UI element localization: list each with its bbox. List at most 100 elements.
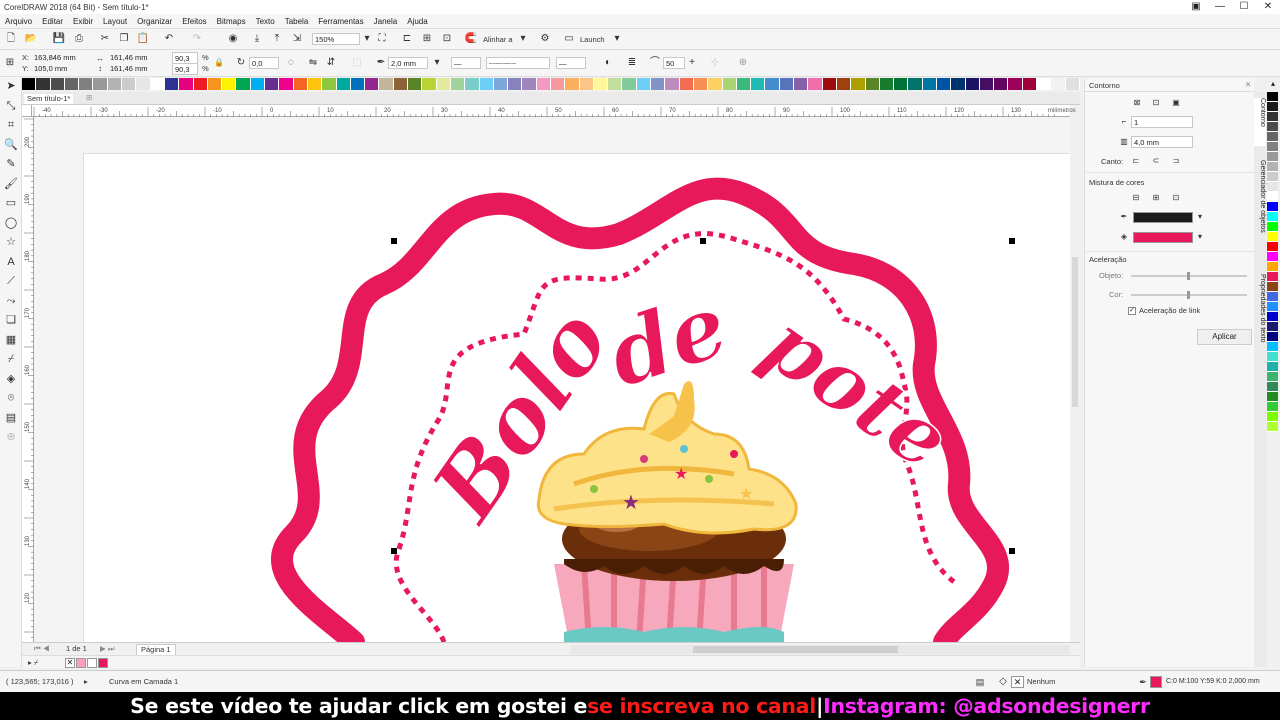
bolo-de-pote-artwork[interactable]: Bolo de pote ★ ★ ★ <box>84 154 1070 642</box>
rotate-icon[interactable]: ↻ <box>234 56 248 70</box>
palette-swatch[interactable] <box>1267 302 1278 312</box>
minimize-icon[interactable]: — <box>1208 0 1232 14</box>
lock-ratio-icon[interactable]: 🔒 <box>212 56 226 70</box>
menu-exibir[interactable]: Exibir <box>73 17 93 26</box>
palette-swatch[interactable] <box>1267 212 1278 222</box>
palette-swatch[interactable] <box>1267 132 1278 142</box>
fill-status-icon[interactable]: ▤ <box>973 675 987 689</box>
palette-swatch[interactable] <box>336 78 351 90</box>
palette-swatch[interactable] <box>479 78 494 90</box>
menu-arquivo[interactable]: Arquivo <box>5 17 32 26</box>
tab-contorno[interactable]: Contorno <box>1254 98 1266 146</box>
palette-swatch[interactable] <box>1267 202 1278 212</box>
tab-object-manager[interactable]: Gerenciador de objetos <box>1254 160 1266 250</box>
rotate-center-icon[interactable]: ◌ <box>284 56 298 70</box>
mirror-vertical-icon[interactable]: ⇵ <box>324 56 338 70</box>
palette-swatch[interactable] <box>22 78 37 90</box>
menu-bitmaps[interactable]: Bitmaps <box>217 17 246 26</box>
palette-swatch[interactable] <box>107 78 123 90</box>
undo-icon[interactable]: ↶ <box>162 32 176 46</box>
rectangle-tool-icon[interactable]: ▭ <box>0 194 22 214</box>
palette-swatch[interactable] <box>93 78 108 90</box>
palette-swatch[interactable] <box>408 78 423 90</box>
palette-swatch[interactable] <box>951 78 966 90</box>
palette-swatch[interactable] <box>1267 232 1278 242</box>
outline-color-dropdown-icon[interactable]: ▾ <box>1193 210 1207 224</box>
open-icon[interactable]: 📂 <box>24 32 38 46</box>
outline-color-swatch[interactable] <box>1133 212 1193 223</box>
palette-swatch[interactable] <box>350 78 366 90</box>
palette-swatch[interactable] <box>922 78 937 90</box>
angle-input[interactable]: 0,0 <box>249 57 279 69</box>
palette-swatch[interactable] <box>1267 172 1278 182</box>
docpal-arrow-icon[interactable]: ▸ ⌿ <box>28 658 38 668</box>
object-accel-slider[interactable] <box>1131 272 1247 280</box>
palette-swatch[interactable] <box>722 78 737 90</box>
object-accel-thumb[interactable] <box>1187 272 1190 280</box>
docker-close-icon[interactable]: ✕ <box>1245 80 1251 90</box>
palette-swatch[interactable] <box>207 78 223 90</box>
outline-option-1-icon[interactable]: ⊠ <box>1130 96 1144 110</box>
tab-text-properties[interactable]: Propriedades do texto <box>1254 274 1266 364</box>
palette-swatch[interactable] <box>250 78 266 90</box>
convert-curves-icon[interactable]: ⬚ <box>350 56 364 70</box>
y-position-input[interactable]: 105,0 mm <box>32 63 87 75</box>
start-arrow-select[interactable]: — <box>451 57 481 69</box>
search-content-icon[interactable]: ◉ <box>226 32 240 46</box>
palette-swatch[interactable] <box>550 78 566 90</box>
eyedropper-tool-icon[interactable]: ⌿ <box>0 350 22 370</box>
palette-swatch[interactable] <box>1037 78 1052 90</box>
palette-swatch[interactable] <box>865 78 880 90</box>
line-style-select[interactable]: ┈┈┈┈┈┈ <box>486 57 550 69</box>
mirror-horizontal-icon[interactable]: ⇋ <box>306 56 320 70</box>
right-color-palette[interactable] <box>1267 92 1280 667</box>
end-arrow-select[interactable]: — <box>556 57 586 69</box>
crop-tool-icon[interactable]: ⌗ <box>0 116 22 136</box>
palette-swatch[interactable] <box>665 78 680 90</box>
palette-swatch[interactable] <box>879 78 895 90</box>
palette-swatch[interactable] <box>365 78 380 90</box>
first-page-icon[interactable]: ⏮ ◀ <box>34 644 50 654</box>
color-accel-thumb[interactable] <box>1187 291 1190 299</box>
palette-swatch[interactable] <box>379 78 394 90</box>
palette-swatch[interactable] <box>979 78 995 90</box>
palette-swatch[interactable] <box>1267 362 1278 372</box>
options-gear-icon[interactable]: ⚙ <box>538 32 552 46</box>
copy-icon[interactable]: ❐ <box>117 32 131 46</box>
import-icon[interactable]: ⤓ <box>250 32 264 46</box>
mix-option-2-icon[interactable]: ⊞ <box>1149 191 1163 205</box>
palette-swatch[interactable] <box>1267 142 1278 152</box>
palette-swatch[interactable] <box>193 78 208 90</box>
link-accel-checkbox[interactable]: ✓ <box>1128 307 1136 315</box>
menu-efeitos[interactable]: Efeitos <box>182 17 206 26</box>
palette-swatch[interactable] <box>164 78 180 90</box>
save-icon[interactable]: 💾 <box>52 32 66 46</box>
palette-swatch[interactable] <box>1022 78 1038 90</box>
palette-swatch[interactable] <box>679 78 694 90</box>
rulers-icon[interactable]: ⊏ <box>400 32 414 46</box>
palette-swatch[interactable] <box>608 78 623 90</box>
document-tab[interactable]: Sem título-1* <box>24 94 74 104</box>
horizontal-ruler[interactable]: -40 -30 -20 -10 0 10 20 30 40 50 60 70 80 90 100 110 120… <box>32 105 1076 117</box>
palette-swatch[interactable] <box>36 78 51 90</box>
corner-bevel-icon[interactable]: ⊐ <box>1169 154 1183 168</box>
palette-swatch[interactable] <box>708 78 723 90</box>
palette-swatch[interactable] <box>1267 122 1278 132</box>
add-tool-icon[interactable]: ⊕ <box>0 428 22 448</box>
scale-y-input[interactable]: 90,3 <box>172 63 198 75</box>
align-dropdown-icon[interactable]: ▾ <box>516 32 530 46</box>
palette-swatch[interactable] <box>779 78 795 90</box>
nodes-input[interactable]: 50 <box>663 57 685 69</box>
palette-swatch[interactable] <box>1267 372 1278 382</box>
palette-swatch[interactable] <box>64 78 80 90</box>
palette-swatch[interactable] <box>765 78 780 90</box>
vertical-scroll-thumb[interactable] <box>1072 257 1078 407</box>
no-color-swatch[interactable]: ✕ <box>65 658 75 668</box>
menu-janela[interactable]: Janela <box>374 17 398 26</box>
palette-swatch[interactable] <box>851 78 866 90</box>
mix-option-1-icon[interactable]: ⊟ <box>1129 191 1143 205</box>
menu-tabela[interactable]: Tabela <box>285 17 309 26</box>
text-tool-icon[interactable]: A <box>0 253 22 273</box>
no-fill-swatch[interactable]: ✕ <box>1011 676 1024 688</box>
full-screen-icon[interactable]: ⛶ <box>375 32 389 46</box>
